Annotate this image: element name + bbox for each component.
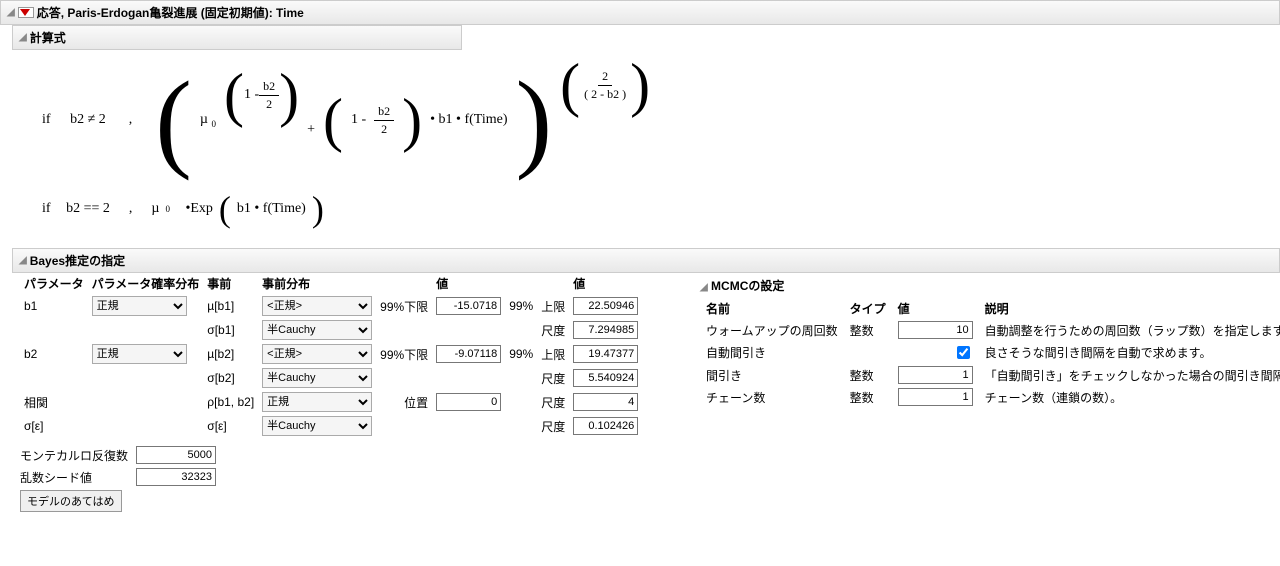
b1-mu-prior-select[interactable]: <正規>	[262, 296, 372, 316]
param-b2: b2	[20, 342, 88, 366]
b1-dist-select[interactable]: 正規	[92, 296, 187, 316]
mc-iter-input[interactable]	[136, 446, 216, 464]
formula-section-header[interactable]: ◢ 計算式	[12, 25, 462, 50]
rho-scale-input[interactable]	[573, 393, 638, 411]
chains-input[interactable]	[898, 388, 973, 406]
param-b1: b1	[20, 294, 88, 318]
bayes-section-header[interactable]: ◢ Bayes推定の指定	[12, 248, 1280, 273]
mcmc-col-desc: 説明	[979, 298, 1280, 319]
seed-input[interactable]	[136, 468, 216, 486]
col-value: 値	[432, 273, 505, 294]
b1-up-input[interactable]	[573, 297, 638, 315]
col-dist: パラメータ確率分布	[88, 273, 204, 294]
seed-label: 乱数シード値	[20, 469, 130, 486]
prior-params-table: パラメータ パラメータ確率分布 事前 事前分布 値 値 b1 正規 µ[b1] …	[20, 273, 642, 438]
prior-mu-b2: µ[b2]	[203, 342, 258, 366]
formula-display: if b2 ≠ 2 , ( µ 0 ( 1 - b22 ) + ( 1 - b2…	[12, 50, 1280, 248]
col-value2: 値	[569, 273, 642, 294]
prior-sigeps: σ[ε]	[203, 414, 258, 438]
autothin-checkbox[interactable]	[957, 346, 970, 359]
panel-header[interactable]: ◢ 応答, Paris-Erdogan亀裂進展 (固定初期値): Time	[0, 0, 1280, 25]
bayes-section-title: Bayes推定の指定	[30, 252, 125, 269]
b2-sig-prior-select[interactable]: 半Cauchy	[262, 368, 372, 388]
b2-dist-select[interactable]: 正規	[92, 344, 187, 364]
prior-sig-b2: σ[b2]	[203, 366, 258, 390]
col-param: パラメータ	[20, 273, 88, 294]
thin-input[interactable]	[898, 366, 973, 384]
b2-lo-input[interactable]	[436, 345, 501, 363]
col-prior: 事前	[203, 273, 258, 294]
rho-prior-select[interactable]: 正規	[262, 392, 372, 412]
mcmc-col-value: 値	[892, 298, 979, 319]
disclosure-icon[interactable]: ◢	[7, 7, 15, 18]
warmup-input[interactable]	[898, 321, 973, 339]
b1-lo-input[interactable]	[436, 297, 501, 315]
disclosure-icon[interactable]: ◢	[19, 255, 27, 266]
sigeps-scale-input[interactable]	[573, 417, 638, 435]
mcmc-col-name: 名前	[700, 298, 844, 319]
param-corr: 相関	[20, 390, 88, 414]
col-prior-dist: 事前分布	[258, 273, 376, 294]
b2-mu-prior-select[interactable]: <正規>	[262, 344, 372, 364]
disclosure-icon[interactable]: ◢	[700, 282, 708, 293]
param-sigeps: σ[ε]	[20, 414, 88, 438]
rho-loc-input[interactable]	[436, 393, 501, 411]
b2-scale-input[interactable]	[573, 369, 638, 387]
prior-rho: ρ[b1, b2]	[203, 390, 258, 414]
prior-mu-b1: µ[b1]	[203, 294, 258, 318]
menu-icon[interactable]	[18, 7, 34, 18]
b1-scale-input[interactable]	[573, 321, 638, 339]
formula-section-title: 計算式	[30, 29, 66, 46]
mcmc-section-header[interactable]: ◢ MCMCの設定	[700, 277, 1280, 294]
b1-sig-prior-select[interactable]: 半Cauchy	[262, 320, 372, 340]
mcmc-col-type: タイプ	[844, 298, 892, 319]
mc-iter-label: モンテカルロ反復数	[20, 447, 130, 464]
sigeps-prior-select[interactable]: 半Cauchy	[262, 416, 372, 436]
b2-up-input[interactable]	[573, 345, 638, 363]
panel-title: 応答, Paris-Erdogan亀裂進展 (固定初期値): Time	[37, 4, 304, 21]
prior-sig-b1: σ[b1]	[203, 318, 258, 342]
mcmc-section-title: MCMCの設定	[711, 279, 784, 293]
fit-model-button[interactable]: モデルのあてはめ	[20, 490, 122, 512]
mcmc-settings-table: 名前 タイプ 値 説明 ウォームアップの周回数 整数 自動調整を行うための周回数…	[700, 298, 1280, 408]
disclosure-icon[interactable]: ◢	[19, 32, 27, 43]
